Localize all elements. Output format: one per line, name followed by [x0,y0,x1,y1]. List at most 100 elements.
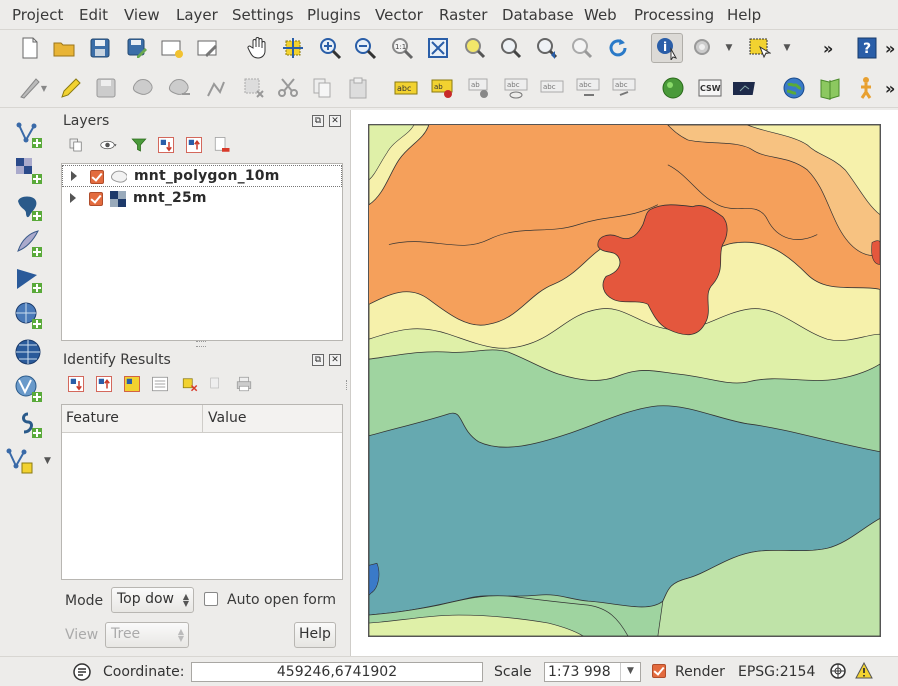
add-spatialite-layer-icon[interactable] [14,229,44,259]
pan-to-selection-icon[interactable] [279,34,307,62]
toolbar-overflow-2[interactable]: » [885,39,895,58]
menu-help[interactable]: Help [727,6,761,24]
scale-dropdown-icon[interactable]: ▼ [620,663,640,681]
label-abc-icon[interactable]: abc [392,74,420,102]
save-as-icon[interactable] [123,34,151,62]
add-delimited-text-icon[interactable] [14,410,44,440]
toolbar-overflow-1[interactable]: » [823,39,833,58]
auto-open-form-checkbox[interactable] [204,592,218,606]
toolbar-overflow-3[interactable]: » [885,79,895,98]
preview-labels-icon[interactable]: abc [502,74,530,102]
pan-hand-icon[interactable] [244,34,272,62]
expand-new-results-icon[interactable] [120,373,144,395]
add-feature-icon[interactable] [130,74,158,102]
add-wfs-layer-icon[interactable] [14,374,44,404]
expand-arrow-icon[interactable] [70,193,76,203]
add-wcs-layer-icon[interactable] [14,338,44,368]
zoom-out-icon[interactable] [351,34,379,62]
column-header-value[interactable]: Value [208,410,246,426]
scale-combobox[interactable]: 1:73 998 ▼ [544,662,641,682]
show-hide-labels-icon[interactable]: ab [466,74,494,102]
open-project-icon[interactable] [50,34,78,62]
menu-project[interactable]: Project [12,6,63,24]
open-form-icon[interactable] [148,373,172,395]
digitize-dropdown-icon[interactable]: ▼ [38,74,50,102]
close-panel-icon[interactable]: ✕ [329,115,341,127]
zoom-to-layer-icon[interactable] [496,34,524,62]
change-label-icon[interactable]: abc [610,74,638,102]
menu-web[interactable]: Web [584,6,617,24]
save-project-icon[interactable] [86,34,114,62]
crs-status[interactable]: EPSG:2154 [738,664,815,680]
copy-features-icon[interactable] [308,74,336,102]
messages-icon[interactable] [72,662,92,682]
select-dropdown-icon[interactable]: ▼ [780,34,794,62]
coordinate-field[interactable]: 459246,6741902 [191,662,483,682]
close-panel-icon[interactable]: ✕ [329,354,341,366]
render-checkbox[interactable] [652,664,666,678]
crs-globe-icon[interactable] [829,662,847,680]
georeferencer-icon[interactable] [816,74,844,102]
new-layer-dropdown-icon[interactable]: ▼ [44,456,51,466]
layer-visibility-checkbox[interactable] [89,192,103,206]
zoom-to-selection-icon[interactable] [460,34,488,62]
layer-row-mnt-25m[interactable]: mnt_25m [62,188,342,210]
float-panel-icon[interactable]: ⧉ [312,354,324,366]
copy-feature-icon[interactable] [204,373,228,395]
map-canvas[interactable] [350,110,898,656]
zoom-full-icon[interactable] [424,34,452,62]
map-render[interactable] [368,124,881,637]
new-print-layout-icon[interactable] [158,34,186,62]
expand-all-icon[interactable] [155,134,177,156]
clear-results-icon[interactable] [178,373,202,395]
layer-visibility-checkbox[interactable] [90,170,104,184]
mode-select[interactable]: Top dow ▲ ▼ [111,587,194,613]
menu-raster[interactable]: Raster [439,6,487,24]
column-header-feature[interactable]: Feature [66,410,119,426]
zoom-native-icon[interactable]: 1:1 [388,34,416,62]
float-panel-icon[interactable]: ⧉ [312,115,324,127]
rotate-label-icon[interactable]: abc [574,74,602,102]
globe-icon[interactable] [780,74,808,102]
collapse-all-icon[interactable] [183,134,205,156]
action-dropdown-icon[interactable]: ▼ [722,34,736,62]
expand-tree-icon[interactable] [64,373,88,395]
add-mssql-layer-icon[interactable] [14,265,44,295]
add-raster-layer-icon[interactable] [14,156,44,186]
refresh-icon[interactable] [604,34,632,62]
menu-plugins[interactable]: Plugins [307,6,361,24]
move-label-icon[interactable]: abc [538,74,566,102]
open-layer-styling-icon[interactable] [64,134,88,156]
layer-row-mnt-polygon[interactable]: mnt_polygon_10m [62,165,342,187]
menu-processing[interactable]: Processing [634,6,714,24]
new-shapefile-icon[interactable] [6,446,36,476]
node-tool-icon[interactable] [202,74,230,102]
warning-icon[interactable] [855,661,873,680]
filter-legend-icon[interactable] [128,134,150,156]
zoom-next-icon[interactable] [568,34,596,62]
paste-features-icon[interactable] [344,74,372,102]
menu-layer[interactable]: Layer [176,6,218,24]
identify-icon[interactable]: i [651,33,683,63]
menu-edit[interactable]: Edit [79,6,108,24]
toggle-editing-icon[interactable] [56,74,84,102]
whats-this-help-icon[interactable]: ? [853,34,881,62]
menu-settings[interactable]: Settings [232,6,294,24]
pin-labels-icon[interactable]: ab [429,74,457,102]
add-postgis-layer-icon[interactable] [14,193,44,223]
print-icon[interactable] [232,373,256,395]
remove-layer-icon[interactable] [211,134,233,156]
delete-selected-icon[interactable] [240,74,268,102]
new-project-icon[interactable] [16,34,44,62]
add-vector-layer-icon[interactable] [14,120,44,150]
manage-visibility-icon[interactable] [94,134,124,156]
help-button[interactable]: Help [294,622,336,648]
menu-view[interactable]: View [124,6,160,24]
expand-arrow-icon[interactable] [71,171,77,181]
run-action-icon[interactable] [689,34,717,62]
panel-splitter[interactable] [196,341,206,347]
layout-manager-icon[interactable] [194,34,222,62]
add-wms-layer-icon[interactable] [14,301,44,331]
cut-features-icon[interactable] [274,74,302,102]
zoom-in-icon[interactable] [316,34,344,62]
